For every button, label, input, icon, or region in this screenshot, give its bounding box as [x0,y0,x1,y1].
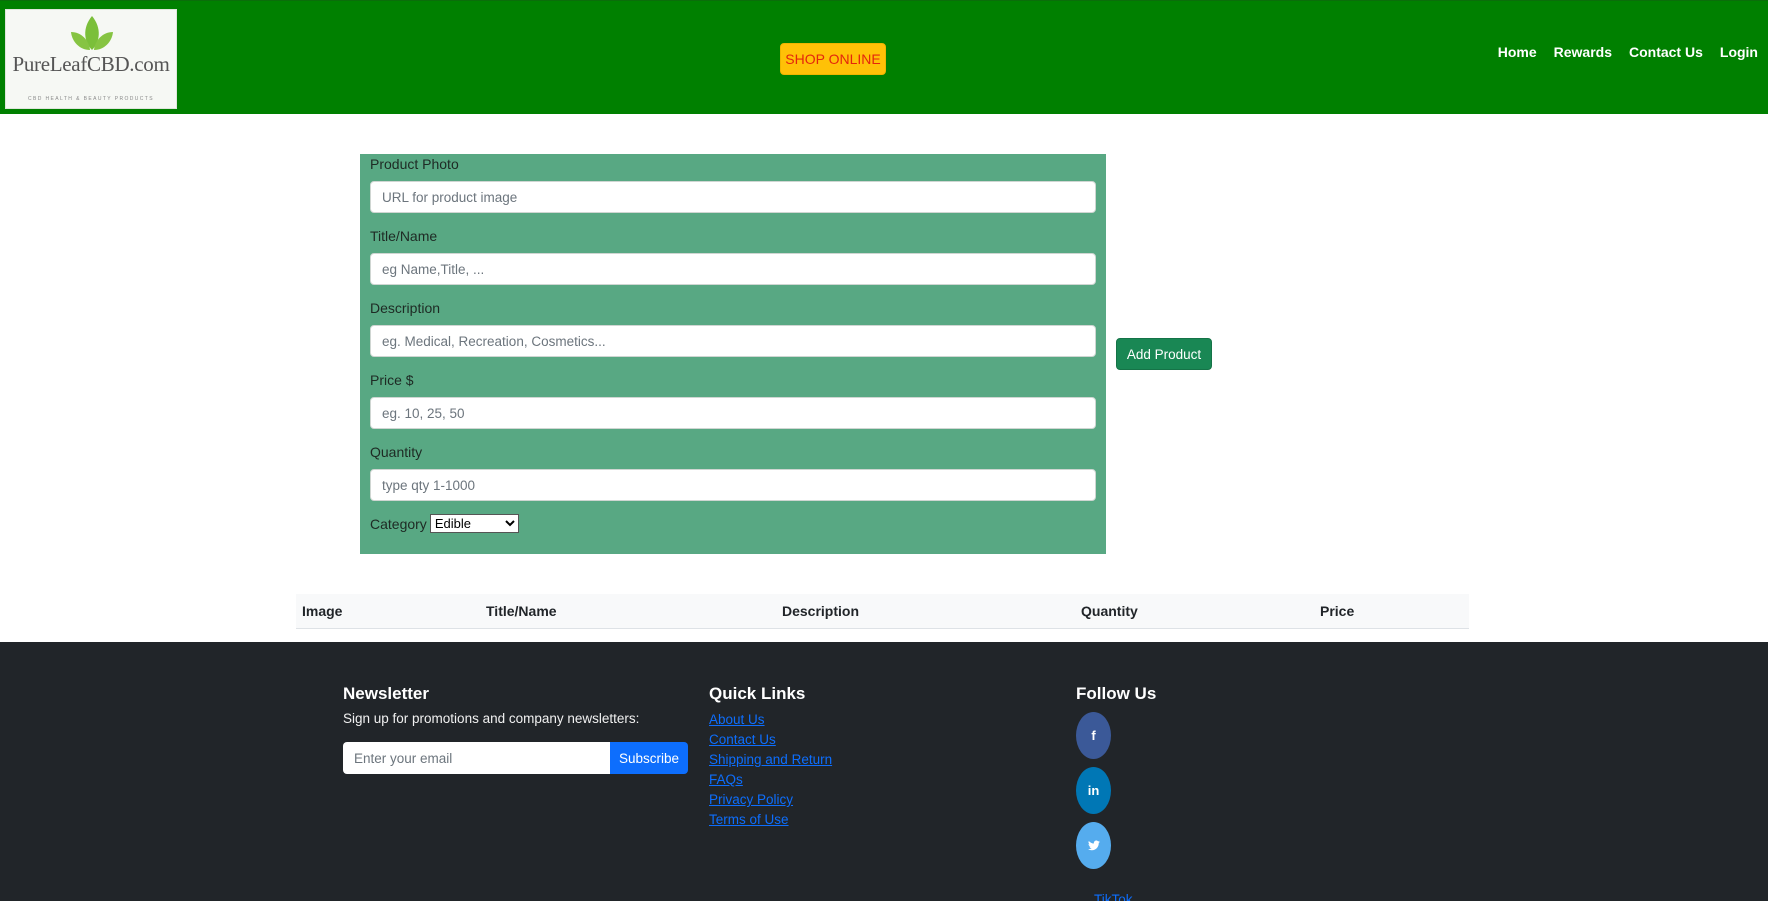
link-contact-us[interactable]: Contact Us [709,730,832,750]
nav-contact-us[interactable]: Contact Us [1629,43,1703,61]
twitter-bird-icon [1087,840,1100,851]
description-label: Description [370,300,441,316]
quick-links-list: About Us Contact Us Shipping and Return … [709,710,832,830]
facebook-icon[interactable]: f [1076,712,1111,759]
link-shipping-return[interactable]: Shipping and Return [709,750,832,770]
add-product-form: Product Photo Title/Name Description Pri… [360,154,1106,554]
quick-links-heading: Quick Links [709,684,806,703]
logo-tagline: CBD HEALTH & BEAUTY PRODUCTS [28,96,154,102]
newsletter-text: Sign up for promotions and company newsl… [343,711,640,726]
logo-brand-text: PureLeafCBD.com [12,52,170,76]
linkedin-icon[interactable]: in [1076,767,1111,814]
category-select[interactable]: Edible [429,514,519,533]
category-label: Category [370,515,427,532]
column-header-image: Image [302,603,343,619]
title-input[interactable] [370,253,1096,285]
site-header: PureLeafCBD.com CBD HEALTH & BEAUTY PROD… [0,0,1768,114]
site-footer: Newsletter Sign up for promotions and co… [0,642,1768,901]
quantity-input[interactable] [370,469,1096,501]
price-input[interactable] [370,397,1096,429]
column-header-price: Price [1320,603,1355,619]
link-faqs[interactable]: FAQs [709,770,832,790]
leaf-logo-icon [71,16,113,50]
description-input[interactable] [370,325,1096,357]
product-photo-input[interactable] [370,181,1096,213]
tiktok-link[interactable]: TikTok [1094,892,1133,901]
twitter-icon[interactable] [1076,822,1111,869]
price-label: Price $ [370,372,414,388]
nav-rewards[interactable]: Rewards [1554,43,1612,61]
column-header-description: Description [782,603,860,619]
add-product-button[interactable]: Add Product [1116,338,1212,370]
column-header-quantity: Quantity [1081,603,1138,619]
newsletter-heading: Newsletter [343,684,429,703]
link-about-us[interactable]: About Us [709,710,832,730]
main-nav: Home Rewards Contact Us Login [1498,43,1758,61]
subscribe-button[interactable]: Subscribe [610,742,688,774]
link-terms-of-use[interactable]: Terms of Use [709,810,832,830]
nav-home[interactable]: Home [1498,43,1537,61]
follow-us-heading: Follow Us [1076,684,1157,703]
category-row: Category Edible [370,514,519,533]
link-privacy-policy[interactable]: Privacy Policy [709,790,832,810]
product-photo-label: Product Photo [370,156,459,172]
shop-online-button[interactable]: SHOP ONLINE [780,43,886,75]
title-label: Title/Name [370,228,438,244]
newsletter-form: Subscribe [343,742,688,774]
email-input[interactable] [343,742,610,774]
product-table-header: Image Title/Name Description Quantity Pr… [296,594,1469,629]
column-header-title: Title/Name [486,603,557,619]
nav-login[interactable]: Login [1720,43,1758,61]
brand-logo[interactable]: PureLeafCBD.com CBD HEALTH & BEAUTY PROD… [5,9,177,109]
quantity-label: Quantity [370,444,423,460]
